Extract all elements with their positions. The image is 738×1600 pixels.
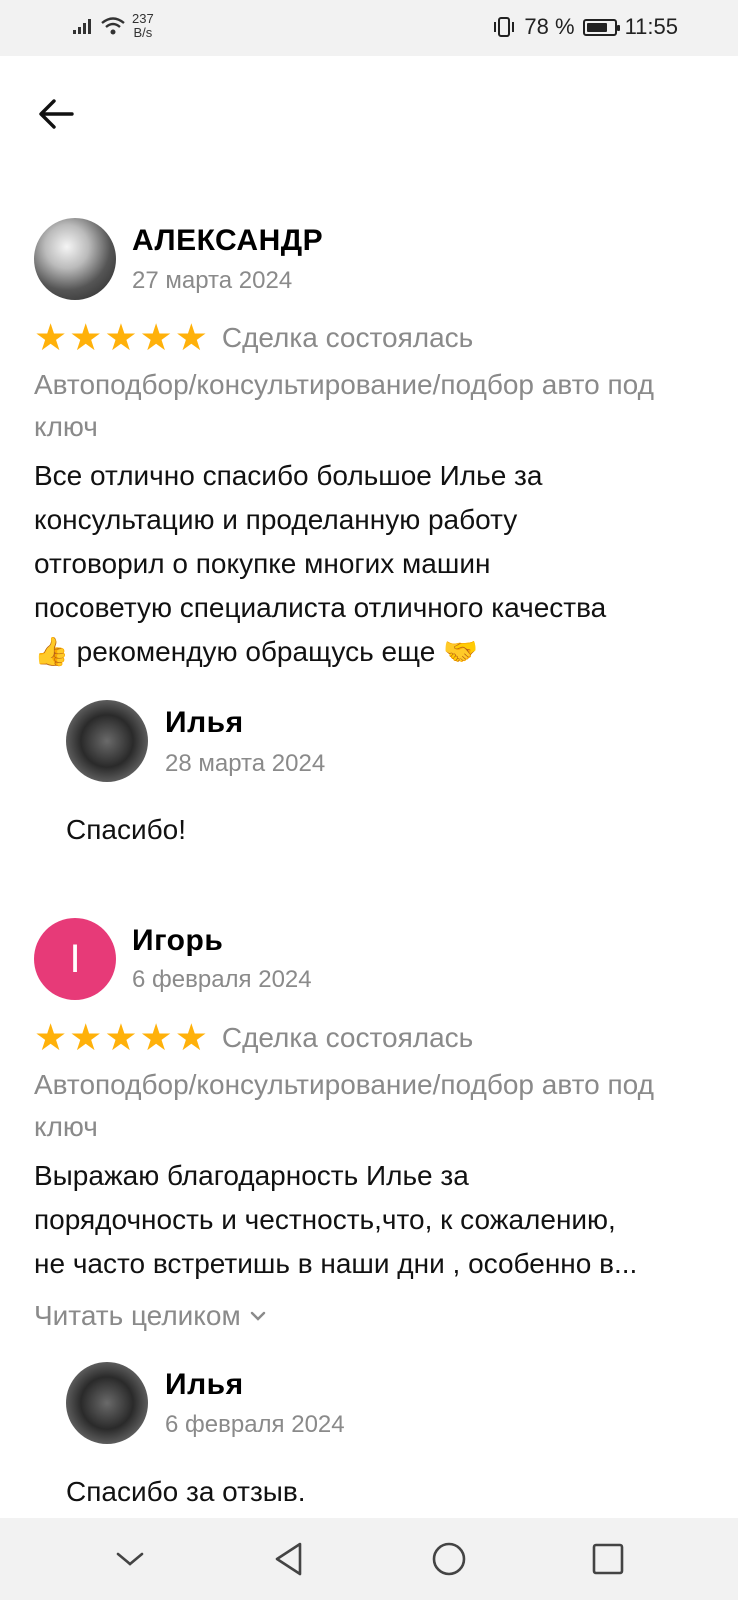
back-button[interactable] bbox=[34, 92, 78, 136]
review-text-line: не часто встретишь в наши дни , особенно… bbox=[34, 1248, 638, 1279]
signal-icon bbox=[73, 19, 91, 34]
star-icon: ★ bbox=[139, 1017, 173, 1058]
triangle-back-icon bbox=[275, 1542, 302, 1576]
star-icon: ★ bbox=[139, 317, 173, 358]
reply-author: Илья bbox=[165, 706, 244, 739]
status-left: 237 B/s bbox=[72, 12, 154, 40]
star-rating: ★ ★ ★ ★ ★ bbox=[34, 318, 208, 358]
battery-percent: 78 % bbox=[524, 14, 575, 39]
reply-avatar bbox=[66, 1362, 148, 1444]
service-name: Автоподбор/консультирование/подбор авто … bbox=[34, 369, 654, 442]
net-speed: 237 B/s bbox=[132, 12, 154, 40]
deal-status: Сделка состоялась bbox=[221, 322, 474, 353]
review-date: 6 февраля 2024 bbox=[132, 966, 312, 993]
read-more-link[interactable]: Читать целиком bbox=[34, 1300, 267, 1332]
review-text-line: Все отлично спасибо большое Илье за bbox=[34, 460, 543, 491]
status-right: 78 % 11:55 bbox=[492, 14, 678, 40]
rating-row: ★ ★ ★ ★ ★ Сделка состоялась bbox=[34, 318, 473, 358]
service-name: Автоподбор/консультирование/подбор авто … bbox=[34, 1069, 654, 1142]
nav-home-button[interactable] bbox=[419, 1529, 479, 1589]
nav-hide-button[interactable] bbox=[100, 1529, 160, 1589]
review-text: Все отлично спасибо большое Илье за конс… bbox=[34, 454, 724, 674]
review-text-line: порядочность и честность,что, к сожалени… bbox=[34, 1204, 616, 1235]
chevron-down-icon bbox=[116, 1552, 144, 1566]
battery-icon bbox=[582, 18, 620, 36]
vibrate-icon bbox=[494, 17, 515, 37]
net-speed-unit: B/s bbox=[133, 25, 153, 40]
star-icon: ★ bbox=[104, 1017, 138, 1058]
star-icon: ★ bbox=[69, 1017, 103, 1058]
circle-home-icon bbox=[432, 1542, 466, 1576]
star-rating: ★ ★ ★ ★ ★ bbox=[34, 1018, 208, 1058]
review-text-line: посоветую специалиста отличного качества bbox=[34, 592, 607, 623]
chevron-down-icon bbox=[250, 1311, 265, 1321]
reviewer-name[interactable]: АЛЕКСАНДР bbox=[132, 224, 323, 258]
square-recents-icon bbox=[592, 1543, 624, 1575]
wifi-icon bbox=[101, 17, 125, 35]
reply-avatar bbox=[66, 700, 148, 782]
star-icon: ★ bbox=[34, 317, 68, 358]
reviewer-name[interactable]: Игорь bbox=[132, 924, 223, 958]
navigation-bar bbox=[0, 1518, 738, 1600]
star-icon: ★ bbox=[69, 317, 103, 358]
star-icon: ★ bbox=[34, 1017, 68, 1058]
review-text-line: отговорил о покупке многих машин bbox=[34, 548, 491, 579]
reply-author: Илья bbox=[165, 1368, 244, 1401]
review-text: Выражаю благодарность Илье за порядочнос… bbox=[34, 1154, 724, 1286]
reviewer-avatar[interactable]: I bbox=[34, 918, 116, 1000]
review-date: 27 марта 2024 bbox=[132, 267, 293, 294]
reply-date: 28 марта 2024 bbox=[165, 750, 326, 777]
arrow-left-icon bbox=[39, 99, 74, 129]
deal-status: Сделка состоялась bbox=[221, 1022, 474, 1053]
reviewer-avatar[interactable] bbox=[34, 218, 116, 300]
review-text-line: Выражаю благодарность Илье за bbox=[34, 1160, 469, 1191]
reply-date: 6 февраля 2024 bbox=[165, 1411, 345, 1438]
review-text-line: 👍 рекомендую обращусь еще 🤝 bbox=[34, 636, 478, 667]
status-bar: 237 B/s 78 % 11:55 bbox=[0, 0, 738, 56]
net-speed-value: 237 bbox=[132, 11, 154, 26]
nav-back-button[interactable] bbox=[259, 1529, 319, 1589]
read-more-label: Читать целиком bbox=[34, 1300, 241, 1331]
battery-fill bbox=[586, 22, 607, 32]
reply-text: Спасибо за отзыв. bbox=[66, 1476, 306, 1507]
review-text-line: консультацию и проделанную работу bbox=[34, 504, 518, 535]
star-icon: ★ bbox=[104, 317, 138, 358]
star-icon: ★ bbox=[174, 317, 208, 358]
clock: 11:55 bbox=[624, 14, 678, 39]
star-icon: ★ bbox=[174, 1017, 208, 1058]
nav-recents-button[interactable] bbox=[578, 1529, 638, 1589]
rating-row: ★ ★ ★ ★ ★ Сделка состоялась bbox=[34, 1018, 473, 1058]
reply-text: Спасибо! bbox=[66, 814, 186, 845]
